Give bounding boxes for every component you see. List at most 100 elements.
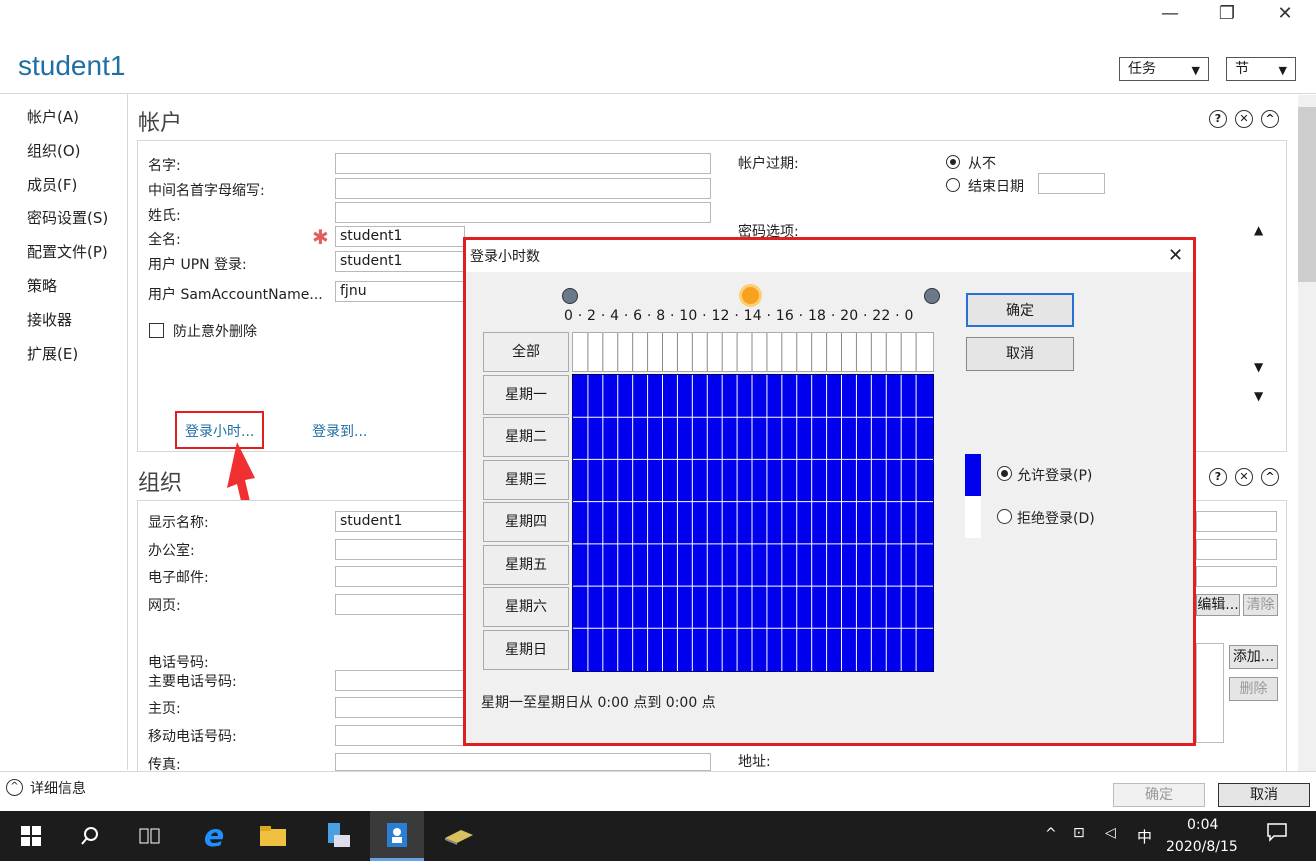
hours-grid[interactable] xyxy=(572,374,934,672)
hour-header-cells[interactable] xyxy=(572,332,934,372)
network-icon[interactable]: ⊡ xyxy=(1073,825,1085,841)
day-button-fri[interactable]: 星期五 xyxy=(483,545,569,585)
tasks-dropdown[interactable]: 任务 ▼ xyxy=(1119,57,1209,81)
mobile-field[interactable] xyxy=(335,725,465,746)
allow-radio[interactable] xyxy=(997,466,1012,481)
deny-label: 拒绝登录(D) xyxy=(1017,511,1095,527)
field-label: 主页: xyxy=(148,701,181,717)
fax-field[interactable] xyxy=(335,753,711,771)
first-name-field[interactable] xyxy=(335,153,711,174)
expiry-never-radio[interactable] xyxy=(946,155,960,169)
scroll-down-icon[interactable]: ▼ xyxy=(1254,360,1263,374)
main-phone-field[interactable] xyxy=(335,670,465,691)
right-field[interactable] xyxy=(1196,539,1277,560)
start-icon[interactable] xyxy=(4,811,58,861)
scroll-up-icon[interactable]: ▲ xyxy=(1254,223,1263,237)
protect-checkbox[interactable] xyxy=(149,323,164,338)
logon-hours-link[interactable]: 登录小时... xyxy=(185,421,254,441)
nav-item-policy[interactable]: 策略 xyxy=(27,275,57,296)
divider xyxy=(0,93,1316,94)
delete-button[interactable]: 删除 xyxy=(1229,677,1278,701)
section-dropdown[interactable]: 节 ▼ xyxy=(1226,57,1296,81)
email-field[interactable] xyxy=(335,566,465,587)
nav-item-org[interactable]: 组织(O) xyxy=(27,140,81,161)
nav-item-members[interactable]: 成员(F) xyxy=(27,174,77,195)
day-button-sat[interactable]: 星期六 xyxy=(483,587,569,627)
task-view-icon[interactable] xyxy=(122,811,176,861)
nav-item-profile[interactable]: 配置文件(P) xyxy=(27,241,108,262)
nav-item-extensions[interactable]: 扩展(E) xyxy=(27,343,78,364)
ad-admin-center-icon[interactable] xyxy=(370,811,424,861)
office-field[interactable] xyxy=(335,539,465,560)
add-button[interactable]: 添加... xyxy=(1229,645,1278,669)
restore-button[interactable]: ❐ xyxy=(1212,4,1242,24)
close-button[interactable]: ✕ xyxy=(1270,4,1300,24)
minimize-button[interactable]: — xyxy=(1155,4,1185,24)
ok-button[interactable]: 确定 xyxy=(1113,783,1205,807)
close-section-icon[interactable]: ✕ xyxy=(1235,110,1253,128)
sam-field[interactable]: fjnu xyxy=(335,281,465,302)
right-field[interactable] xyxy=(1196,566,1277,587)
server-manager-icon[interactable] xyxy=(311,811,365,861)
ie-icon[interactable]: e xyxy=(187,811,241,861)
expiry-end-label: 结束日期 xyxy=(968,179,1024,195)
deny-radio[interactable] xyxy=(997,509,1012,524)
org-heading: 组织 xyxy=(138,471,183,496)
webpage-field[interactable] xyxy=(335,594,465,615)
expiry-never-label: 从不 xyxy=(968,156,996,172)
moon-icon xyxy=(562,288,578,304)
display-name-field[interactable]: student1 xyxy=(335,511,465,532)
help-icon[interactable]: ? xyxy=(1209,468,1227,486)
last-name-field[interactable] xyxy=(335,202,711,223)
chevron-up-icon[interactable]: ^ xyxy=(1045,826,1057,842)
collapse-icon[interactable]: ^ xyxy=(1261,110,1279,128)
nav-item-password[interactable]: 密码设置(S) xyxy=(27,207,108,228)
nav-item-receiver[interactable]: 接收器 xyxy=(27,309,72,330)
expiry-end-radio[interactable] xyxy=(946,178,960,192)
expand-icon[interactable]: ^ xyxy=(6,779,23,796)
day-button-wed[interactable]: 星期三 xyxy=(483,460,569,500)
cancel-button[interactable]: 取消 xyxy=(1218,783,1310,807)
volume-icon[interactable]: ◁ xyxy=(1105,825,1116,841)
dialog-cancel-button[interactable]: 取消 xyxy=(966,337,1074,371)
allow-color-swatch xyxy=(965,454,981,496)
day-button-mon[interactable]: 星期一 xyxy=(483,375,569,415)
close-section-icon[interactable]: ✕ xyxy=(1235,468,1253,486)
logon-to-link[interactable]: 登录到... xyxy=(312,421,367,441)
clear-button[interactable]: 清除 xyxy=(1243,594,1278,616)
notification-icon[interactable] xyxy=(1266,822,1288,846)
scroll-down-icon[interactable]: ▼ xyxy=(1254,389,1263,403)
dialog-close-icon[interactable]: ✕ xyxy=(1168,245,1183,266)
search-icon[interactable] xyxy=(63,811,117,861)
list-box[interactable] xyxy=(1196,643,1224,743)
field-label: 显示名称: xyxy=(148,515,209,531)
upn-field[interactable]: student1 xyxy=(335,251,465,272)
app-icon[interactable] xyxy=(432,811,486,861)
nav-item-account[interactable]: 帐户(A) xyxy=(27,106,79,127)
ime-indicator[interactable]: 中 xyxy=(1137,826,1152,847)
select-all-button[interactable]: 全部 xyxy=(483,332,569,372)
allow-label: 允许登录(P) xyxy=(1017,468,1093,484)
chevron-down-icon: ▼ xyxy=(1191,64,1200,77)
edit-button[interactable]: 编辑... xyxy=(1196,594,1240,616)
day-button-thu[interactable]: 星期四 xyxy=(483,502,569,542)
help-icon[interactable]: ? xyxy=(1209,110,1227,128)
home-phone-field[interactable] xyxy=(335,697,465,718)
field-label: 网页: xyxy=(148,598,181,614)
right-field[interactable] xyxy=(1196,511,1277,532)
field-label: 中间名首字母缩写: xyxy=(148,183,265,199)
file-explorer-icon[interactable] xyxy=(246,811,300,861)
day-button-tue[interactable]: 星期二 xyxy=(483,417,569,457)
day-button-sun[interactable]: 星期日 xyxy=(483,630,569,670)
field-label: 电子邮件: xyxy=(148,570,209,586)
dialog-ok-button[interactable]: 确定 xyxy=(966,293,1074,327)
required-icon: ✱ xyxy=(312,225,329,249)
details-label[interactable]: 详细信息 xyxy=(30,778,86,798)
collapse-icon[interactable]: ^ xyxy=(1261,468,1279,486)
full-name-field[interactable]: student1 xyxy=(335,226,465,247)
scrollbar[interactable] xyxy=(1298,95,1316,771)
end-date-field[interactable] xyxy=(1038,173,1105,194)
initials-field[interactable] xyxy=(335,178,711,199)
logon-hours-dialog: 登录小时数 ✕ 0 · 2 · 4 · 6 · 8 · 10 · 12 · 14… xyxy=(463,237,1196,746)
moon-icon xyxy=(924,288,940,304)
